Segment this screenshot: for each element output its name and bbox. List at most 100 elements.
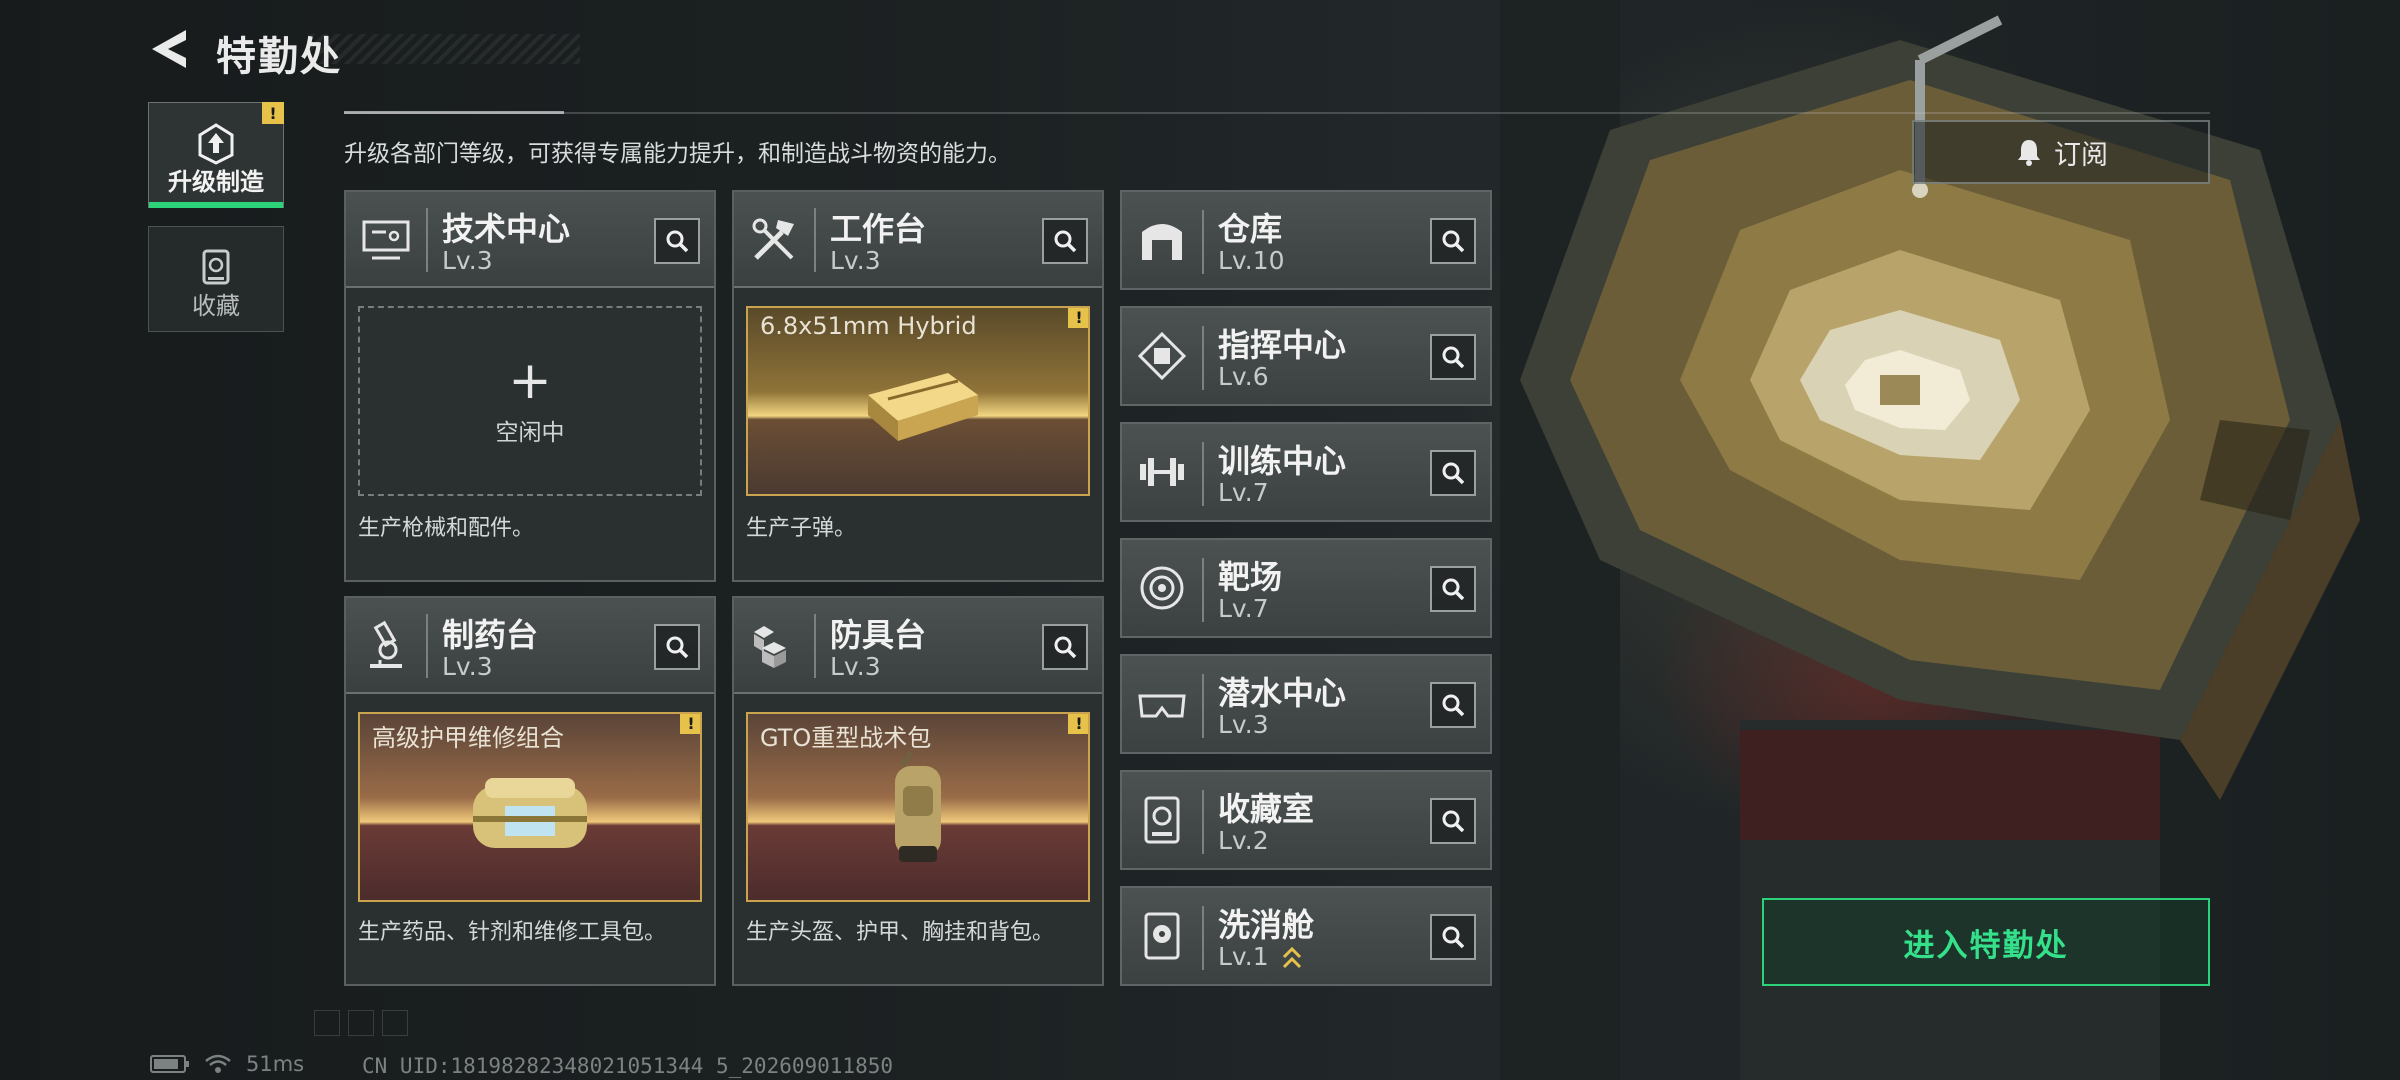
search-button[interactable] — [1430, 682, 1476, 728]
enter-button-label: 进入特勤处 — [1903, 927, 2069, 964]
search-icon — [1442, 810, 1465, 833]
subscribe-button[interactable]: 订阅 — [1912, 120, 2210, 184]
search-button[interactable] — [1430, 566, 1476, 612]
search-button[interactable] — [1042, 218, 1088, 264]
warehouse-icon — [1142, 224, 1182, 260]
facility-name: 防具台 — [830, 616, 927, 654]
battery-icon — [150, 1055, 189, 1073]
bottom-decoration — [314, 1010, 408, 1036]
department-level: Lv.3 — [1218, 710, 1269, 739]
target-icon — [1140, 566, 1184, 610]
facility-header: 制药台 Lv.3 — [346, 598, 714, 694]
enter-special-ops-button[interactable]: 进入特勤处 — [1762, 898, 2210, 986]
facility-card-tech-center[interactable]: 技术中心 Lv.3 + 空闲中 生产枪械和配件。 — [344, 190, 716, 582]
facility-header: 工作台 Lv.3 — [734, 192, 1102, 288]
ammo-box-icon — [868, 372, 978, 441]
facility-level: Lv.3 — [442, 652, 493, 681]
search-icon — [1442, 346, 1465, 369]
idle-status: 空闲中 — [495, 420, 565, 446]
search-icon — [1442, 694, 1465, 717]
alert-badge: ! — [680, 714, 700, 734]
department-level: Lv.7 — [1218, 594, 1269, 623]
production-slot-product[interactable]: 6.8x51mm Hybrid ! — [746, 306, 1090, 496]
search-button[interactable] — [654, 624, 700, 670]
search-button[interactable] — [1042, 624, 1088, 670]
department-level: Lv.10 — [1218, 246, 1285, 275]
uid-text: CN UID:18198282348021051344 5_2026090118… — [362, 1054, 894, 1078]
page-title: 特勤处 — [216, 34, 342, 80]
search-icon — [1054, 636, 1077, 659]
tab-collection[interactable]: 收藏 — [148, 226, 284, 332]
title-decoration — [310, 34, 580, 64]
department-level: Lv.6 — [1218, 362, 1269, 391]
department-name: 收藏室 — [1218, 790, 1315, 828]
tab-label: 收藏 — [192, 292, 240, 320]
search-button[interactable] — [1430, 450, 1476, 496]
facility-card-pharmacy[interactable]: 制药台 Lv.3 高级护甲维修组合 ! 生产药品、针剂和维修工具包。 — [344, 596, 716, 986]
divider-accent — [344, 111, 564, 114]
latency-text: 51ms — [246, 1052, 305, 1076]
facility-level: Lv.3 — [830, 652, 881, 681]
facility-description: 生产头盔、护甲、胸挂和背包。 — [746, 920, 1055, 945]
department-name: 指挥中心 — [1218, 326, 1347, 364]
production-slot-idle[interactable]: + 空闲中 — [358, 306, 702, 496]
department-level: Lv.1 — [1218, 942, 1269, 971]
search-button[interactable] — [1430, 914, 1476, 960]
alert-badge: ! — [262, 102, 284, 124]
tools-icon — [752, 218, 794, 260]
alert-badge: ! — [1068, 308, 1088, 328]
facility-name: 工作台 — [830, 210, 927, 248]
department-shooting-range[interactable]: 靶场 Lv.7 — [1120, 538, 1492, 638]
facility-level: Lv.3 — [830, 246, 881, 275]
facility-name: 技术中心 — [442, 210, 571, 248]
alert-badge: ! — [1068, 714, 1088, 734]
department-diving-center[interactable]: 潜水中心 Lv.3 — [1120, 654, 1492, 754]
status-bar: 51ms — [150, 1052, 304, 1076]
divider — [344, 112, 2210, 114]
bell-icon — [2018, 140, 2040, 166]
department-name: 靶场 — [1218, 558, 1283, 596]
search-icon — [1442, 578, 1465, 601]
department-level: Lv.7 — [1218, 478, 1269, 507]
facility-card-armor-bench[interactable]: 防具台 Lv.3 GTO重型战术包 ! 生产头盔、护甲、胸挂和背包。 — [732, 596, 1104, 986]
product-name: 6.8x51mm Hybrid — [760, 312, 977, 340]
dumbbell-icon — [1140, 458, 1184, 486]
search-icon — [666, 230, 689, 253]
search-icon — [1442, 230, 1465, 253]
production-slot-product[interactable]: GTO重型战术包 ! — [746, 712, 1090, 902]
production-slot-product[interactable]: 高级护甲维修组合 ! — [358, 712, 702, 902]
collection-icon — [202, 249, 230, 285]
facility-description: 生产枪械和配件。 — [358, 516, 535, 541]
department-command-center[interactable]: 指挥中心 Lv.6 — [1120, 306, 1492, 406]
search-button[interactable] — [654, 218, 700, 264]
department-name: 潜水中心 — [1218, 674, 1347, 712]
search-icon — [1054, 230, 1077, 253]
search-button[interactable] — [1430, 218, 1476, 264]
department-name: 仓库 — [1218, 210, 1283, 248]
department-warehouse[interactable]: 仓库 Lv.10 — [1120, 190, 1492, 290]
product-name: 高级护甲维修组合 — [372, 724, 564, 752]
armor-blocks-icon — [754, 626, 786, 668]
facility-level: Lv.3 — [442, 246, 493, 275]
department-level: Lv.2 — [1218, 826, 1269, 855]
tab-label: 升级制造 — [168, 168, 264, 196]
department-name: 训练中心 — [1218, 442, 1347, 480]
department-level-row: Lv.1 — [1218, 942, 1303, 971]
backpack-icon — [895, 750, 941, 862]
diving-goggles-icon — [1138, 694, 1186, 718]
search-button[interactable] — [1430, 798, 1476, 844]
facility-name: 制药台 — [442, 616, 539, 654]
tab-upgrade-manufacture[interactable]: ! 升级制造 — [148, 102, 284, 208]
facility-card-workbench[interactable]: 工作台 Lv.3 6.8x51mm Hybrid ! 生产子弹。 — [732, 190, 1104, 582]
search-button[interactable] — [1430, 334, 1476, 380]
facility-header: 技术中心 Lv.3 — [346, 192, 714, 288]
back-arrow-icon[interactable] — [146, 26, 192, 72]
facility-description: 生产子弹。 — [746, 516, 857, 541]
department-decontamination[interactable]: 洗消舱 Lv.1 — [1120, 886, 1492, 986]
department-training-center[interactable]: 训练中心 Lv.7 — [1120, 422, 1492, 522]
upgrade-icon — [198, 123, 234, 165]
microscope-icon — [370, 620, 402, 668]
monitor-icon — [362, 220, 410, 260]
department-collection-room[interactable]: 收藏室 Lv.2 — [1120, 770, 1492, 870]
repair-kit-icon — [473, 777, 587, 848]
